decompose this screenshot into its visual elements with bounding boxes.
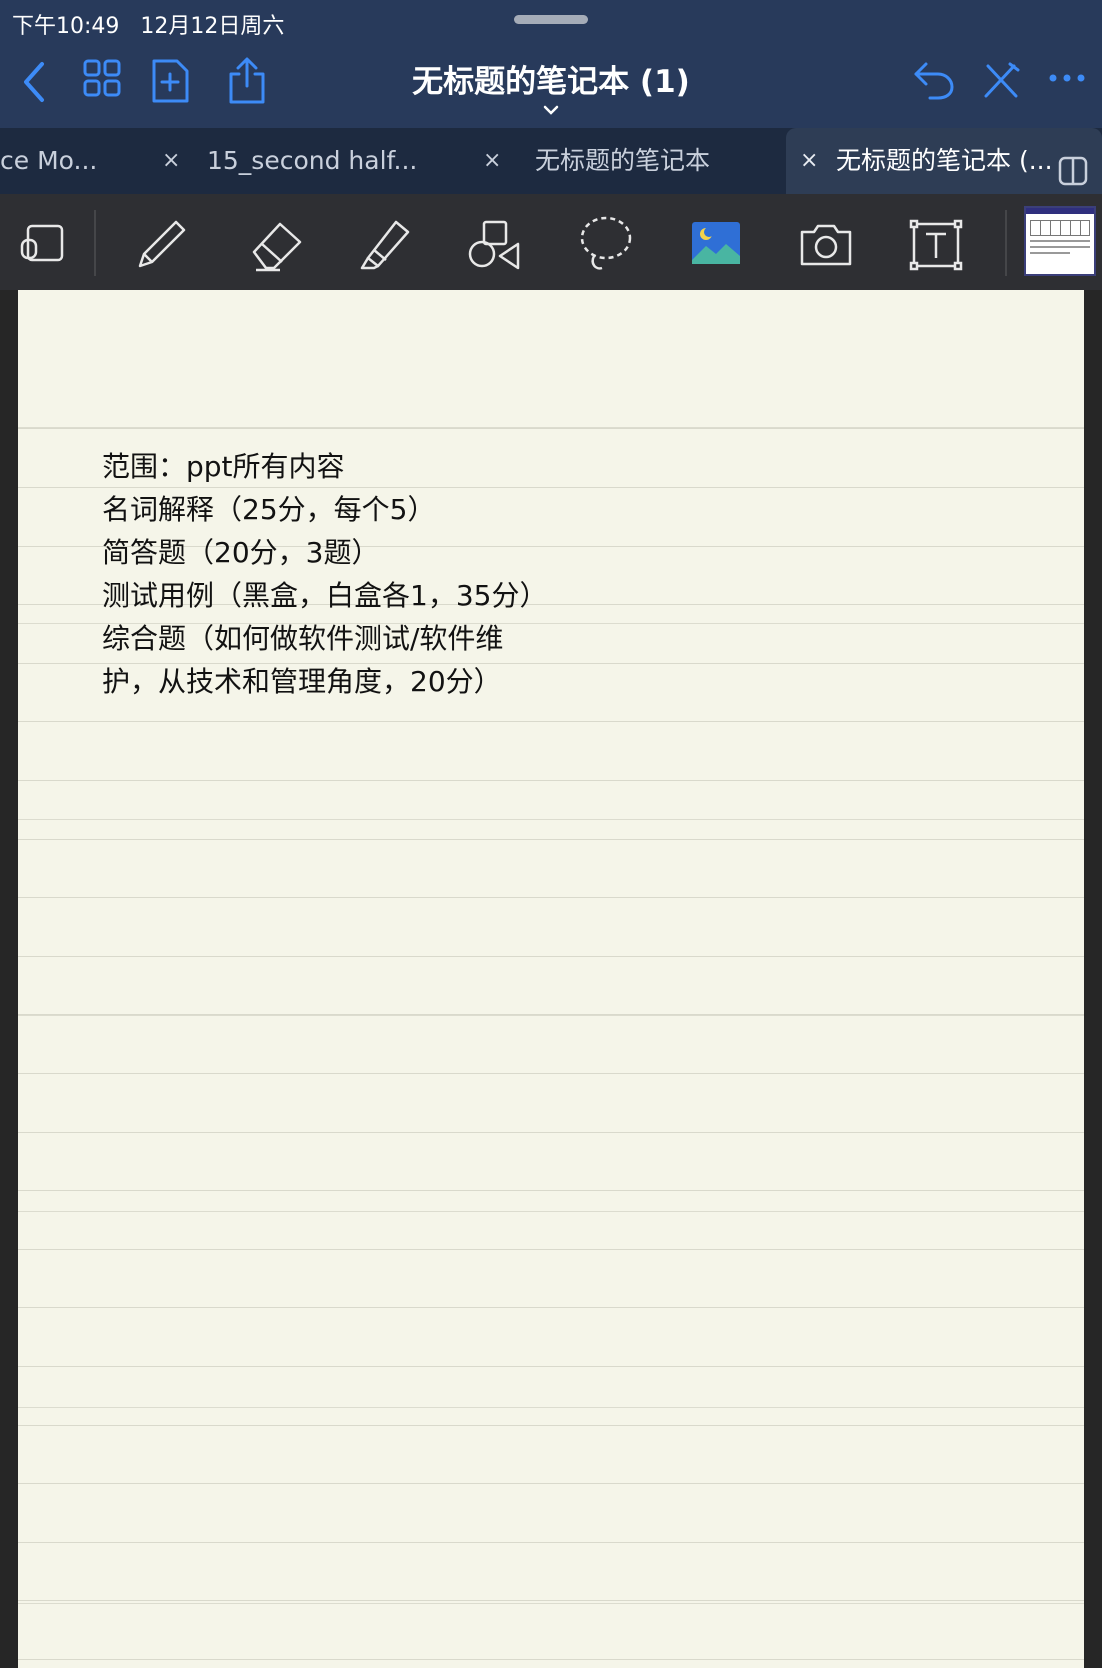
- chevron-down-icon[interactable]: [541, 102, 561, 121]
- note-line: 测试用例（黑盒，白盒各1，35分）: [102, 579, 548, 612]
- toolbar-divider: [94, 210, 96, 276]
- tab-close-icon[interactable]: ×: [162, 128, 180, 194]
- highlighter-icon[interactable]: [356, 214, 416, 274]
- tab-label: 无标题的笔记本 (...: [836, 146, 1053, 175]
- window-grabber[interactable]: [514, 15, 588, 24]
- thumbnail-line: [1030, 246, 1090, 248]
- tab-label: 无标题的笔记本: [535, 146, 711, 175]
- status-bar: 下午10:49 12月12日周六: [12, 8, 284, 40]
- note-line: 简答题（20分，3题）: [102, 536, 380, 569]
- text-icon[interactable]: [906, 214, 966, 274]
- tab-document-3[interactable]: 无标题的笔记本: [535, 128, 775, 194]
- thumbnail-header: [1026, 208, 1094, 214]
- lasso-icon[interactable]: [576, 214, 636, 274]
- page-thumbnail[interactable]: [1024, 206, 1096, 276]
- pen-mode-off-icon[interactable]: [980, 58, 1022, 106]
- share-icon[interactable]: [226, 56, 268, 110]
- thumbnail-line: [1030, 252, 1070, 254]
- tab-document-2[interactable]: 15_second half...: [207, 128, 467, 194]
- shapes-icon[interactable]: [466, 214, 526, 274]
- lasso-select-icon[interactable]: [14, 214, 74, 274]
- note-text-block[interactable]: 范围：ppt所有内容 名词解释（25分，每个5） 简答题（20分，3题） 测试用…: [102, 445, 547, 703]
- pen-icon[interactable]: [130, 214, 190, 274]
- top-bar: 下午10:49 12月12日周六 无标题的笔记本 (1): [0, 0, 1102, 128]
- tab-label: ce Mo...: [0, 146, 98, 175]
- note-line: 范围：ppt所有内容: [102, 450, 345, 483]
- toolbar-divider: [1005, 210, 1007, 276]
- tab-close-icon[interactable]: ×: [800, 128, 818, 194]
- status-time: 下午10:49: [12, 14, 120, 39]
- add-page-icon[interactable]: [150, 58, 190, 108]
- camera-icon[interactable]: [796, 214, 856, 274]
- grid-view-icon[interactable]: [82, 58, 122, 102]
- tab-label: 15_second half...: [207, 146, 418, 175]
- note-line: 名词解释（25分，每个5）: [102, 493, 436, 526]
- notebook-title[interactable]: 无标题的笔记本 (1): [300, 56, 802, 101]
- back-icon[interactable]: [18, 58, 48, 110]
- thumbnail-line: [1030, 240, 1090, 242]
- tab-bar: ce Mo... × 15_second half... × 无标题的笔记本 ×…: [0, 128, 1102, 194]
- tab-document-1[interactable]: ce Mo...: [0, 128, 145, 194]
- status-date: 12月12日周六: [140, 14, 285, 39]
- image-icon[interactable]: [686, 214, 746, 274]
- eraser-icon[interactable]: [246, 214, 306, 274]
- tab-document-4-active[interactable]: × 无标题的笔记本 (...: [786, 128, 1102, 194]
- thumbnail-table: [1030, 220, 1090, 236]
- split-view-icon[interactable]: [1058, 145, 1088, 194]
- more-icon[interactable]: [1048, 68, 1088, 92]
- note-line: 综合题（如何做软件测试/软件维: [102, 622, 504, 655]
- tab-close-icon[interactable]: ×: [483, 128, 501, 194]
- note-line: 护，从技术和管理角度，20分）: [102, 665, 502, 698]
- undo-icon[interactable]: [912, 58, 956, 106]
